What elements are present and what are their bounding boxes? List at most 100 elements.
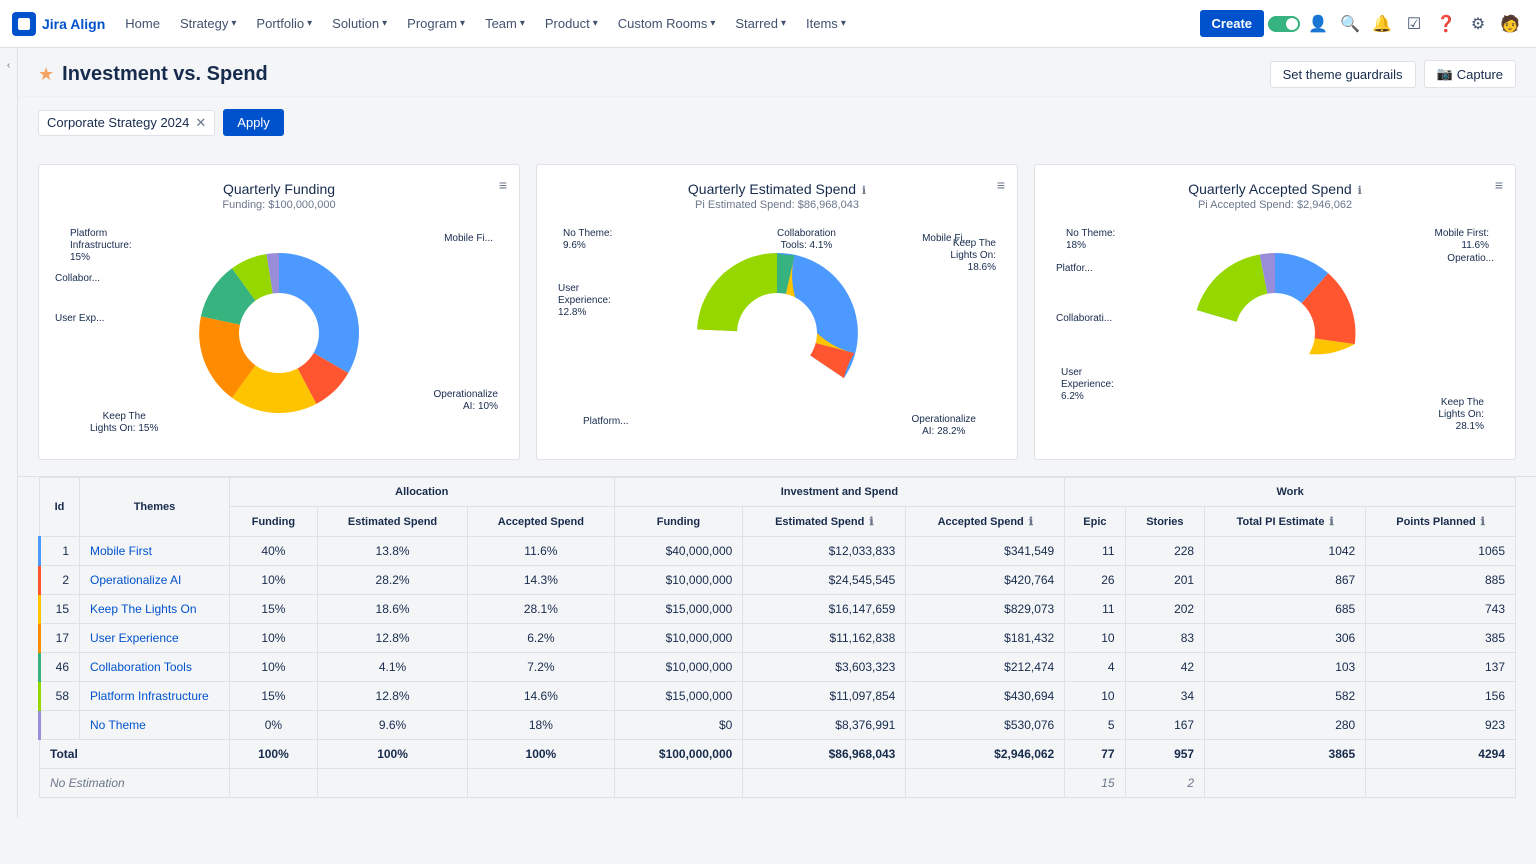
est-label-opai: OperationalizeAI: 28.2%	[912, 414, 976, 438]
theme-link[interactable]: Operationalize AI	[90, 573, 181, 587]
cell-points: 743	[1366, 595, 1516, 624]
cell-funding-pct: 15%	[230, 595, 318, 624]
funding-chart-container: Mobile Fi... OperationalizeAI: 10% Keep …	[55, 223, 503, 443]
acc-chart-menu[interactable]: ≡	[1495, 177, 1503, 193]
funding-pie-chart	[189, 243, 369, 423]
funding-label-ktlo: Keep TheLights On: 15%	[90, 411, 158, 435]
cell-stories: 42	[1125, 653, 1205, 682]
guardrails-button[interactable]: Set theme guardrails	[1270, 61, 1416, 88]
est-chart-title: Quarterly Estimated Spend ℹ	[553, 181, 1001, 197]
bell-icon[interactable]: 🔔	[1368, 10, 1396, 38]
accepted-spend-chart-card: Quarterly Accepted Spend ℹ Pi Accepted S…	[1034, 164, 1516, 460]
theme-link[interactable]: Platform Infrastructure	[90, 689, 209, 703]
work-header: Work	[1065, 478, 1516, 507]
nav-strategy[interactable]: Strategy▾	[172, 12, 244, 35]
nav-program[interactable]: Program▾	[399, 12, 473, 35]
search-icon[interactable]: 🔍	[1336, 10, 1364, 38]
cell-id: 58	[40, 682, 80, 711]
cell-id	[40, 711, 80, 740]
filter-bar: Corporate Strategy 2024 ✕ Apply	[18, 97, 1536, 148]
star-icon[interactable]: ★	[38, 64, 54, 85]
total-label: Total	[40, 740, 230, 769]
logo[interactable]: Jira Align	[12, 12, 105, 36]
funding-chart-menu[interactable]: ≡	[499, 177, 507, 193]
est-chart-menu[interactable]: ≡	[997, 177, 1005, 193]
capture-icon: 📷	[1437, 66, 1453, 82]
theme-link[interactable]: Mobile First	[90, 544, 152, 558]
acc-label-platform: Platfor...	[1056, 263, 1093, 275]
acc-spend-info[interactable]: ℹ	[1029, 516, 1033, 528]
cell-est-spend-pct: 28.2%	[317, 566, 467, 595]
theme-link[interactable]: Collaboration Tools	[90, 660, 192, 674]
theme-link[interactable]: No Theme	[90, 718, 146, 732]
filter-tag: Corporate Strategy 2024 ✕	[38, 110, 215, 136]
cell-stories: 228	[1125, 537, 1205, 566]
funding-chart-subtitle: Funding: $100,000,000	[55, 199, 503, 211]
cell-funding-amt: $40,000,000	[614, 537, 743, 566]
cell-acc-spend-pct: 14.6%	[468, 682, 614, 711]
nav-solution[interactable]: Solution▾	[324, 12, 395, 35]
points-info[interactable]: ℹ	[1481, 516, 1485, 528]
est-chart-subtitle: Pi Estimated Spend: $86,968,043	[553, 199, 1001, 211]
no-est-label: No Estimation	[40, 769, 230, 798]
nav-items[interactable]: Items▾	[798, 12, 854, 35]
table-row: 15Keep The Lights On15%18.6%28.1%$15,000…	[40, 595, 1516, 624]
acc-chart-title: Quarterly Accepted Spend ℹ	[1051, 181, 1499, 197]
nav-custom-rooms[interactable]: Custom Rooms▾	[610, 12, 724, 35]
page-header: ★ Investment vs. Spend Set theme guardra…	[18, 48, 1536, 97]
acc-label-ux: UserExperience:6.2%	[1061, 367, 1114, 403]
cell-epic: 4	[1065, 653, 1125, 682]
table-row: 46Collaboration Tools10%4.1%7.2%$10,000,…	[40, 653, 1516, 682]
cell-funding-pct: 10%	[230, 653, 318, 682]
profile-icon[interactable]: 👤	[1304, 10, 1332, 38]
sidebar-toggle[interactable]: ‹	[0, 48, 18, 818]
acc-info-icon[interactable]: ℹ	[1358, 185, 1362, 197]
create-button[interactable]: Create	[1200, 10, 1264, 37]
top-navigation: Jira Align Home Strategy▾ Portfolio▾ Sol…	[0, 0, 1536, 48]
cell-total-pi: 867	[1205, 566, 1366, 595]
settings-icon[interactable]: ⚙	[1464, 10, 1492, 38]
cell-total-pi: 685	[1205, 595, 1366, 624]
nav-starred[interactable]: Starred▾	[727, 12, 794, 35]
apply-button[interactable]: Apply	[223, 109, 284, 136]
est-spend-info[interactable]: ℹ	[869, 516, 873, 528]
cell-acc-spend-amt: $212,474	[906, 653, 1065, 682]
cell-funding-pct: 10%	[230, 566, 318, 595]
col-funding: Funding	[230, 507, 318, 537]
cell-est-spend-pct: 12.8%	[317, 624, 467, 653]
nav-toggle[interactable]	[1268, 16, 1300, 32]
cell-est-spend-pct: 4.1%	[317, 653, 467, 682]
cell-acc-spend-pct: 18%	[468, 711, 614, 740]
page-title: Investment vs. Spend	[62, 63, 268, 86]
filter-tag-remove[interactable]: ✕	[195, 115, 206, 131]
cell-theme: No Theme	[80, 711, 230, 740]
nav-product[interactable]: Product▾	[537, 12, 606, 35]
avatar[interactable]: 🧑	[1496, 10, 1524, 38]
nav-portfolio[interactable]: Portfolio▾	[248, 12, 320, 35]
cell-est-spend-pct: 12.8%	[317, 682, 467, 711]
theme-link[interactable]: Keep The Lights On	[90, 602, 197, 616]
acc-label-opai: Operatio...	[1447, 253, 1494, 265]
investment-table: Id Themes Allocation Investment and Spen…	[38, 477, 1516, 798]
nav-team[interactable]: Team▾	[477, 12, 533, 35]
cell-points: 923	[1366, 711, 1516, 740]
nav-home[interactable]: Home	[117, 12, 168, 35]
cell-acc-spend-pct: 7.2%	[468, 653, 614, 682]
est-info-icon[interactable]: ℹ	[862, 185, 866, 197]
funding-label-opai: OperationalizeAI: 10%	[434, 389, 498, 413]
theme-link[interactable]: User Experience	[90, 631, 179, 645]
capture-button[interactable]: 📷 Capture	[1424, 60, 1516, 88]
col-stories: Stories	[1125, 507, 1205, 537]
col-accepted-spend: Accepted Spend	[468, 507, 614, 537]
checkbox-icon[interactable]: ☑	[1400, 10, 1428, 38]
total-row: Total 100% 100% 100% $100,000,000 $86,96…	[40, 740, 1516, 769]
nav-toggle-dot	[1286, 18, 1298, 30]
cell-acc-spend-pct: 28.1%	[468, 595, 614, 624]
cell-theme: User Experience	[80, 624, 230, 653]
cell-est-spend-amt: $3,603,323	[743, 653, 906, 682]
funding-label-platform: PlatformInfrastructure:15%	[70, 228, 132, 264]
cell-acc-spend-amt: $341,549	[906, 537, 1065, 566]
total-pi-info[interactable]: ℹ	[1330, 516, 1334, 528]
cell-funding-amt: $15,000,000	[614, 595, 743, 624]
help-icon[interactable]: ❓	[1432, 10, 1460, 38]
